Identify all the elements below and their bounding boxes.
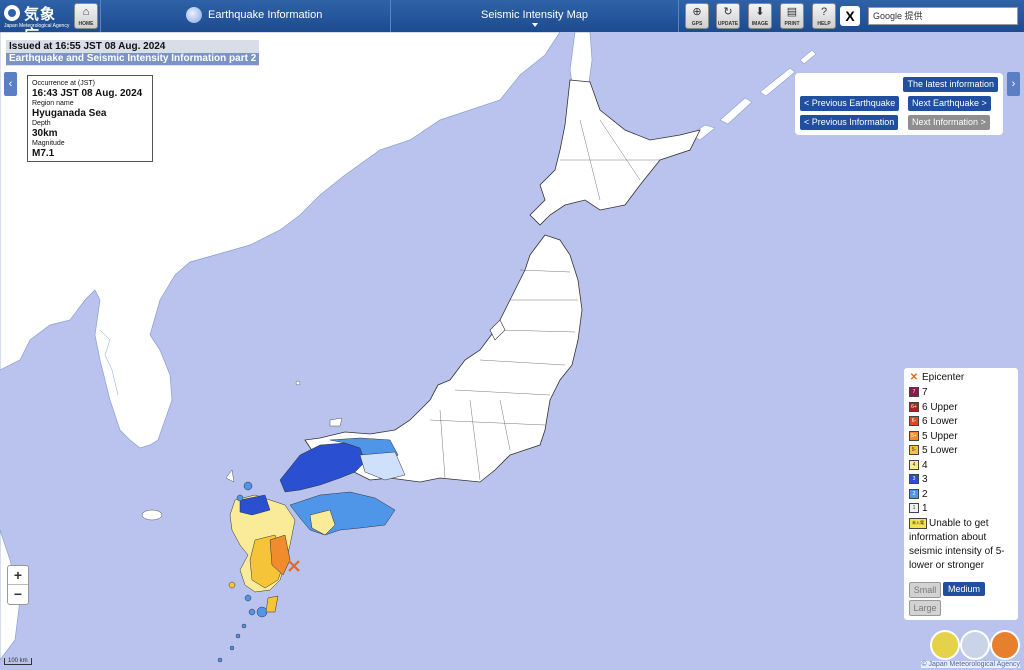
size-small-button[interactable]: Small — [909, 582, 941, 598]
legend-label: 5 Lower — [922, 445, 958, 456]
legend-label: 4 — [922, 459, 928, 471]
legend-row: 5- 5 Lower — [909, 445, 958, 457]
depth-value: 30km — [32, 128, 58, 139]
legend-swatch: 6- — [909, 416, 919, 427]
next-information-button[interactable]: Next Information > — [908, 115, 990, 130]
help-button[interactable]: ? HELP — [812, 3, 836, 29]
earthquake-information-label: Earthquake Information — [208, 9, 323, 21]
intensity-legend: ✕ Epicenter 7 7 6+ 6 Upper 6- 6 Lower 5+ 5 Upper… — [904, 368, 1018, 620]
information-title: Earthquake and Seismic Intensity Informa… — [6, 53, 260, 65]
book-tool-icon[interactable] — [990, 630, 1020, 660]
unable-badge: 未入電 — [909, 517, 927, 529]
print-label: PRINT — [784, 21, 800, 27]
legend-row: 33 — [909, 474, 928, 486]
previous-information-button[interactable]: < Previous Information — [800, 115, 899, 130]
magnitude-value: M7.1 — [32, 148, 55, 159]
magnifier-tool-icon[interactable] — [960, 630, 990, 660]
legend-row: 77 — [909, 387, 928, 399]
chevron-left-icon: ‹ — [8, 78, 13, 90]
latest-information-button[interactable]: The latest information — [903, 77, 998, 92]
home-label: HOME — [78, 21, 94, 27]
jma-logo-icon — [4, 5, 20, 21]
map-scale: 100 km — [4, 658, 32, 665]
epicenter-icon: ✕ — [909, 372, 919, 383]
issued-time: Issued at 16:55 JST 08 Aug. 2024 — [9, 41, 166, 52]
jma-logo[interactable]: 気象庁 Japan Meteorological Agency — [4, 3, 70, 44]
copyright-text: © Japan Meteorological Agency — [921, 661, 1020, 668]
occurrence-value: 16:43 JST 08 Aug. 2024 — [32, 88, 143, 99]
depth-label: Depth — [32, 120, 51, 127]
legend-swatch: 5+ — [909, 430, 919, 441]
region-label: Region name — [32, 100, 74, 107]
legend-swatch: 2 — [909, 488, 919, 499]
printer-icon: ▤ — [786, 6, 798, 18]
legend-row: 6- 6 Lower — [909, 416, 958, 428]
print-button[interactable]: ▤ PRINT — [780, 3, 804, 29]
help-label: HELP — [817, 21, 831, 27]
logo-english-text: Japan Meteorological Agency — [4, 23, 70, 29]
earthquake-details-panel: Occurrence at (JST) 16:43 JST 08 Aug. 20… — [27, 75, 153, 162]
legend-epicenter: ✕ Epicenter — [909, 372, 964, 384]
legend-label: 1 — [922, 503, 928, 514]
collapse-right-button[interactable]: › — [1007, 72, 1020, 96]
legend-label: 5 Upper — [922, 430, 958, 442]
zoom-out-button[interactable]: − — [8, 585, 28, 603]
legend-swatch: 6+ — [909, 401, 919, 412]
legend-row: 5+ 5 Upper — [909, 431, 958, 443]
x-share-button[interactable]: X — [840, 6, 860, 26]
gps-button[interactable]: ⊕ GPS — [685, 3, 709, 29]
question-icon: ? — [820, 6, 828, 18]
size-medium-button[interactable]: Medium — [943, 582, 985, 596]
legend-swatch: 1 — [909, 503, 919, 514]
legend-row: 22 — [909, 489, 928, 501]
earthquake-information-menu[interactable]: Earthquake Information — [100, 0, 390, 32]
legend-swatch: 7 — [909, 387, 919, 398]
image-button[interactable]: ⬇ IMAGE — [748, 3, 772, 29]
top-toolbar: 気象庁 Japan Meteorological Agency ⌂ HOME E… — [0, 0, 1024, 44]
divider — [678, 0, 679, 32]
search-placeholder: Google 提供 — [873, 11, 923, 21]
seismic-intensity-map-label: Seismic Intensity Map — [481, 9, 588, 21]
legend-label: 6 Upper — [922, 401, 958, 413]
legend-swatch: 5- — [909, 445, 919, 456]
legend-label: 2 — [922, 488, 928, 500]
download-icon: ⬇ — [755, 6, 765, 18]
chevron-right-icon: › — [1011, 78, 1016, 90]
update-label: UPDATE — [717, 21, 739, 27]
size-large-button[interactable]: Large — [909, 600, 941, 616]
home-button[interactable]: ⌂ HOME — [74, 3, 98, 29]
crosshair-icon: ⊕ — [692, 6, 702, 18]
next-earthquake-button[interactable]: Next Earthquake > — [908, 96, 991, 111]
zoom-control: + − — [7, 565, 29, 605]
update-button[interactable]: ↻ UPDATE — [716, 3, 740, 29]
legend-label: 7 — [922, 387, 928, 398]
gps-label: GPS — [691, 21, 703, 27]
map-marker-tool-icon[interactable] — [930, 630, 960, 660]
home-icon: ⌂ — [82, 6, 90, 18]
legend-row: 6+ 6 Upper — [909, 402, 958, 414]
legend-label: 3 — [922, 474, 928, 485]
x-logo-icon: X — [845, 8, 855, 24]
legend-row: 11 — [909, 503, 928, 515]
collapse-left-button[interactable]: ‹ — [4, 72, 17, 96]
magnitude-label: Magnitude — [32, 140, 65, 147]
zoom-in-button[interactable]: + — [8, 566, 28, 585]
legend-unable: 未入電 Unable to get information about seism… — [909, 517, 1015, 573]
legend-swatch: 4 — [909, 459, 919, 470]
image-label: IMAGE — [751, 21, 769, 27]
navigation-panel: The latest information < Previous Earthq… — [795, 73, 1003, 135]
issued-banner: Issued at 16:55 JST 08 Aug. 2024 Earthqu… — [6, 40, 260, 66]
region-value: Hyuganada Sea — [32, 108, 107, 119]
refresh-icon: ↻ — [723, 6, 733, 18]
legend-swatch: 3 — [909, 474, 919, 485]
seismic-intensity-map-menu[interactable]: Seismic Intensity Map — [391, 0, 678, 32]
chevron-down-icon — [531, 23, 538, 27]
previous-earthquake-button[interactable]: < Previous Earthquake — [800, 96, 900, 111]
google-search-input[interactable]: Google 提供 — [868, 7, 1018, 25]
legend-label: 6 Lower — [922, 416, 958, 427]
globe-icon — [186, 7, 202, 23]
occurrence-label: Occurrence at (JST) — [32, 80, 96, 87]
legend-epicenter-label: Epicenter — [922, 372, 965, 383]
legend-row: 44 — [909, 460, 928, 472]
